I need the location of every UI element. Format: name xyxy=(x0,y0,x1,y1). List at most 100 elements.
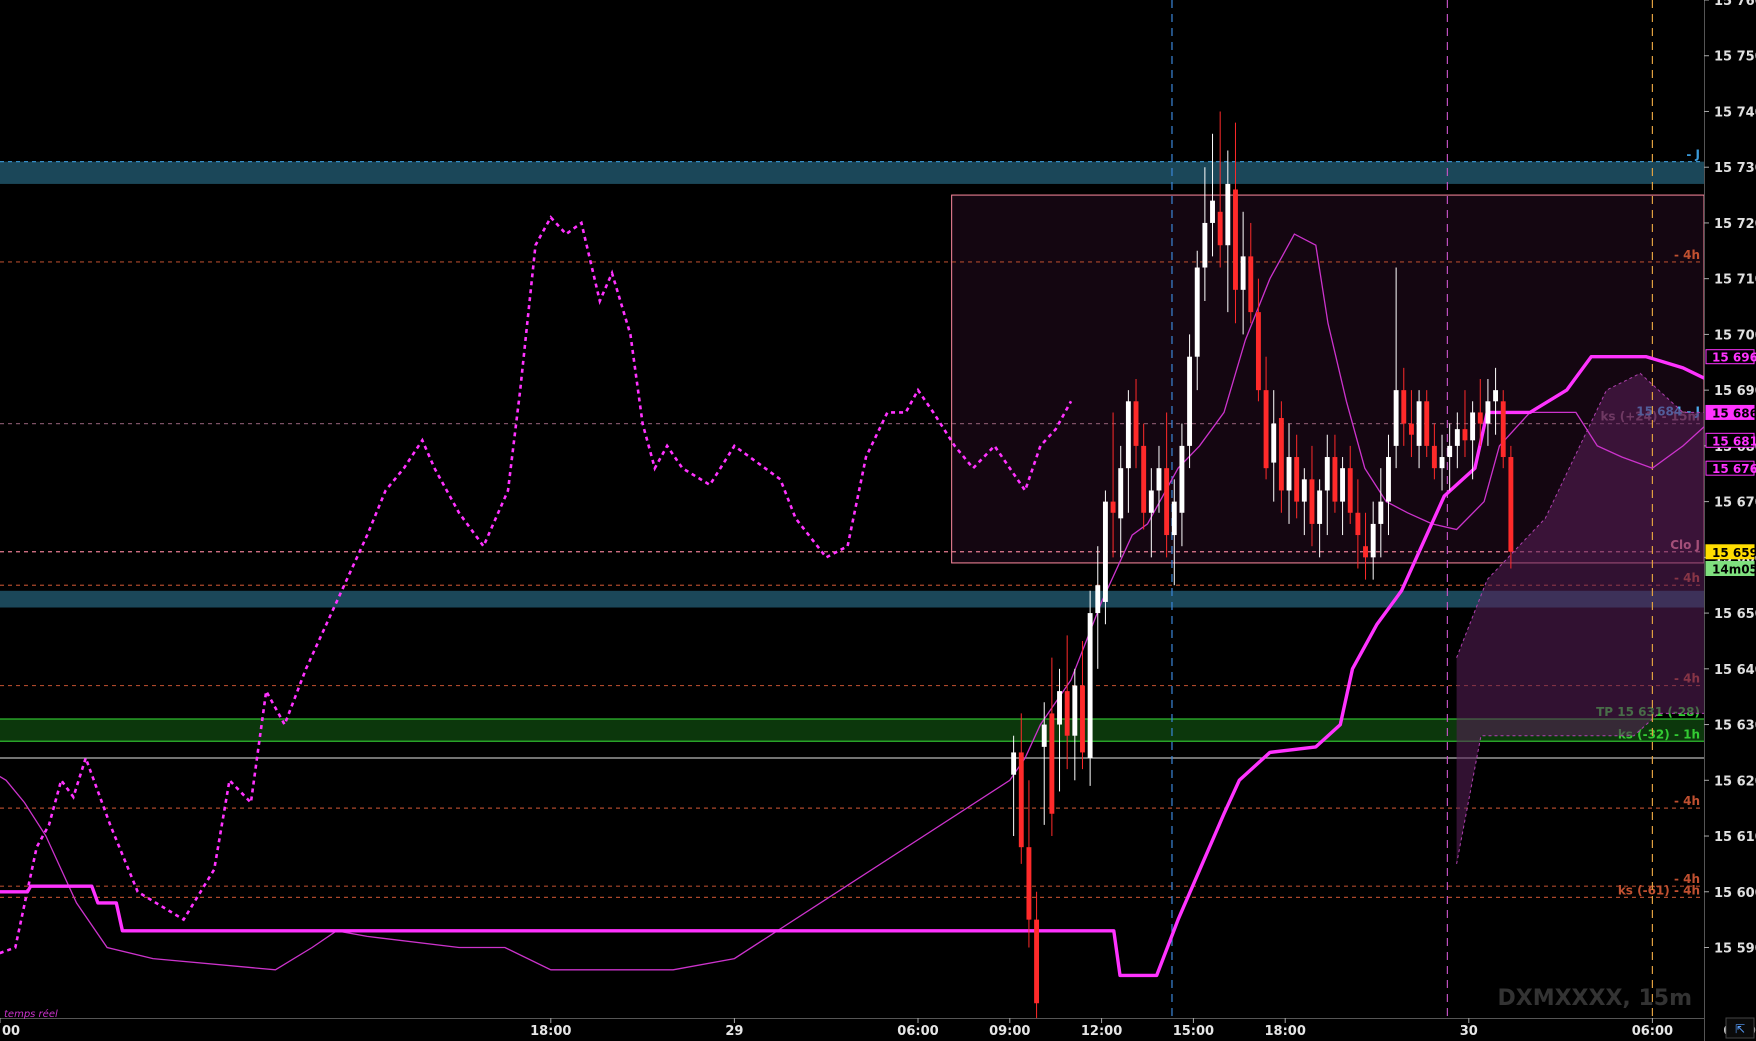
candle-body xyxy=(1164,468,1170,536)
candle-body xyxy=(1278,418,1284,491)
price-badge-text: 14m05s xyxy=(1712,563,1756,577)
candle-body xyxy=(1179,445,1185,513)
candle xyxy=(1026,780,1032,948)
candle-body xyxy=(1102,501,1108,602)
level-label-1: - 4h xyxy=(1674,248,1700,262)
price-badge-text: 15 696 xyxy=(1712,351,1756,365)
price-badge: 15 696 xyxy=(1705,349,1756,365)
price-badge-text: 15 659 xyxy=(1712,546,1756,560)
candle xyxy=(1087,590,1093,786)
time-tick-label: 00 xyxy=(2,1024,20,1039)
zone-band-2 xyxy=(0,718,1704,742)
time-tick-label: 12:00 xyxy=(1081,1024,1122,1039)
time-tick-label: 06:00 xyxy=(897,1024,938,1039)
candle xyxy=(1064,635,1070,770)
candle-body xyxy=(1018,752,1024,848)
price-badge-text: 15 676 xyxy=(1712,462,1756,476)
candle-body xyxy=(1125,401,1131,469)
candle-body xyxy=(1141,445,1147,513)
price-tick-label: 15 620 xyxy=(1714,774,1756,789)
candle-body xyxy=(1233,189,1238,290)
candle-body xyxy=(1011,752,1017,775)
price-tick-label: 15 760 xyxy=(1714,0,1756,9)
candle-body xyxy=(1118,468,1124,519)
price-tick-label: 15 670 xyxy=(1714,496,1756,511)
candle xyxy=(1034,891,1040,1032)
candle-body xyxy=(1301,479,1307,502)
price-tick-label: 15 630 xyxy=(1714,719,1756,734)
candle-body xyxy=(1255,312,1261,391)
candle-body xyxy=(1347,468,1353,513)
price-tick-label: 15 600 xyxy=(1714,886,1756,901)
candle-body xyxy=(1210,200,1215,223)
candle-body xyxy=(1194,267,1200,357)
candle-body xyxy=(1248,256,1254,313)
realtime-watermark: temps réel xyxy=(4,1008,58,1020)
candle-body xyxy=(1378,501,1384,524)
candle-body xyxy=(1470,412,1476,441)
scroll-corner-icon[interactable]: ⇱ xyxy=(1725,1017,1755,1039)
zone-band-1 xyxy=(0,590,1704,608)
candle-body xyxy=(1110,501,1116,513)
price-badge: 14m05s xyxy=(1705,561,1756,577)
candle-body xyxy=(1263,390,1269,469)
price-tick-label: 15 590 xyxy=(1714,942,1756,957)
candle-body xyxy=(1171,501,1177,536)
price-tick-label: 15 710 xyxy=(1714,273,1756,288)
price-tick-label: 15 610 xyxy=(1714,830,1756,845)
price-badge: 15 676 xyxy=(1705,460,1756,476)
symbol-watermark: DXMXXXX, 15m xyxy=(1497,986,1692,1011)
candle-body xyxy=(1439,457,1445,469)
candle-body xyxy=(1386,457,1391,502)
candle-body xyxy=(1309,479,1315,524)
candle-body xyxy=(1187,356,1193,446)
price-badge-text: 15 686 xyxy=(1712,406,1756,420)
candle-body xyxy=(1057,691,1062,725)
price-tick-label: 15 700 xyxy=(1714,328,1756,343)
price-tick-label: 15 690 xyxy=(1714,384,1756,399)
level-label-4: - 4h xyxy=(1674,794,1700,808)
price-badge: 15 659 xyxy=(1705,544,1756,560)
candle-body xyxy=(1508,457,1514,552)
price-tick-label: 15 720 xyxy=(1714,217,1756,232)
candle-body xyxy=(1217,211,1223,246)
level-label-11: ks (-61) - 4h xyxy=(1618,883,1700,897)
price-tick-label: 15 740 xyxy=(1714,105,1756,120)
candle xyxy=(1217,111,1223,268)
chart-root: - J- 4h- 4h- 4h- 4h- 4hClo Jks (+24) - 1… xyxy=(0,0,1756,1041)
candle-body xyxy=(1294,457,1300,502)
price-tick-label: 15 650 xyxy=(1714,607,1756,622)
chikou-line xyxy=(0,215,1073,955)
candle-body xyxy=(1087,613,1093,758)
time-tick-label: 29 xyxy=(725,1024,743,1039)
time-tick-label: 18:00 xyxy=(1265,1024,1306,1039)
candle-body xyxy=(1477,412,1483,424)
candle-body xyxy=(1493,390,1499,402)
candle-body xyxy=(1034,919,1040,1004)
price-tick-label: 15 730 xyxy=(1714,161,1756,176)
candle-body xyxy=(1271,423,1277,463)
time-tick-label: 18:00 xyxy=(530,1024,571,1039)
candle-body xyxy=(1332,457,1338,502)
candle-body xyxy=(1416,401,1422,446)
candle-body xyxy=(1041,724,1047,747)
time-tick-label: 30 xyxy=(1460,1024,1478,1039)
candle-body xyxy=(1240,256,1246,290)
candle xyxy=(1500,390,1506,469)
candle-body xyxy=(1133,401,1139,446)
price-tick-label: 15 750 xyxy=(1714,50,1756,65)
candle-body xyxy=(1431,445,1437,469)
candle-body xyxy=(1340,468,1346,502)
candle xyxy=(1095,546,1101,669)
candle-body xyxy=(1072,685,1078,736)
candle-body xyxy=(1370,523,1376,558)
candle-body xyxy=(1408,423,1414,435)
time-tick-label: 06:00 xyxy=(1632,1024,1673,1039)
candle xyxy=(1508,445,1514,569)
price-badge-text: 15 681 xyxy=(1712,434,1756,448)
ichimoku-chart: - J- 4h- 4h- 4h- 4h- 4hClo Jks (+24) - 1… xyxy=(0,0,1756,1041)
candle-body xyxy=(1202,222,1208,268)
candle xyxy=(1011,735,1017,837)
candle-body xyxy=(1156,468,1162,491)
candle xyxy=(1072,668,1078,781)
